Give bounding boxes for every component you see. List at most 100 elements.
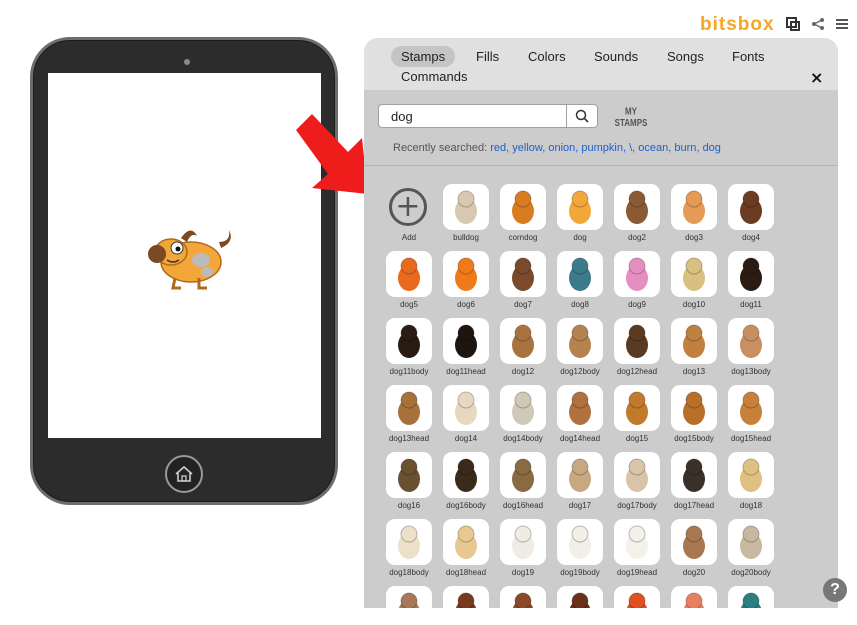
- stamp-item[interactable]: [384, 586, 440, 608]
- stamp-item[interactable]: dog15head: [726, 385, 782, 449]
- dog-sprite: [141, 220, 233, 296]
- tablet-screen[interactable]: [48, 73, 321, 438]
- stamp-thumbnail: [614, 184, 660, 230]
- search-input[interactable]: [378, 104, 566, 128]
- stamp-item[interactable]: dog11: [726, 251, 782, 315]
- stamp-item[interactable]: [612, 586, 668, 608]
- stamp-thumbnail: [500, 385, 546, 431]
- stamp-thumbnail: [671, 385, 717, 431]
- stamp-label: dog4: [742, 233, 760, 242]
- recent-search-link[interactable]: burn: [674, 142, 696, 154]
- recent-separator: ,: [622, 142, 627, 154]
- stamp-item[interactable]: dog4: [726, 184, 782, 248]
- stamp-thumbnail: [557, 251, 603, 297]
- stamp-thumbnail: [671, 251, 717, 297]
- stamp-item[interactable]: dog20body: [726, 519, 782, 583]
- stamp-item[interactable]: [498, 586, 554, 608]
- stamp-thumbnail: [728, 452, 774, 498]
- stamp-thumbnail: [728, 519, 774, 565]
- stamp-thumbnail: [500, 586, 546, 608]
- stamp-thumbnail: [443, 318, 489, 364]
- recent-search-link[interactable]: ocean: [638, 142, 668, 154]
- stamp-thumbnail: [557, 385, 603, 431]
- stamp-thumbnail: [671, 519, 717, 565]
- tabs-bar: Stamps Fills Colors Sounds Songs Fonts C…: [364, 38, 838, 90]
- recent-separator: ,: [632, 142, 636, 154]
- stamp-thumbnail: [557, 184, 603, 230]
- search-button[interactable]: [566, 104, 598, 128]
- tab-fills[interactable]: Fills: [466, 46, 509, 67]
- stamp-thumbnail: [671, 452, 717, 498]
- stamp-thumbnail: [443, 251, 489, 297]
- stamp-thumbnail: [443, 586, 489, 608]
- recent-label: Recently searched:: [393, 142, 488, 154]
- recent-search-link[interactable]: onion: [548, 142, 575, 154]
- recent-separator: ,: [575, 142, 579, 154]
- stamp-thumbnail: [557, 318, 603, 364]
- close-icon[interactable]: ×: [810, 68, 823, 87]
- stamp-thumbnail: [500, 318, 546, 364]
- stamp-thumbnail: [500, 519, 546, 565]
- bitsbox-logo[interactable]: bitsbox: [700, 14, 775, 36]
- tab-commands[interactable]: Commands: [391, 66, 477, 87]
- menu-icon[interactable]: [835, 17, 849, 34]
- stamp-thumbnail: [614, 251, 660, 297]
- stamp-thumbnail: [443, 519, 489, 565]
- stamp-item[interactable]: dog13body: [726, 318, 782, 382]
- stamp-item[interactable]: dog18: [726, 452, 782, 516]
- stamp-item[interactable]: [669, 586, 725, 608]
- help-icon[interactable]: ?: [823, 578, 847, 602]
- stamp-thumbnail: [557, 519, 603, 565]
- stamp-thumbnail: [728, 251, 774, 297]
- stamp-thumbnail: [614, 385, 660, 431]
- stamps-panel: Stamps Fills Colors Sounds Songs Fonts C…: [364, 38, 838, 608]
- recent-search-link[interactable]: red: [490, 142, 506, 154]
- stamp-thumbnail: [614, 318, 660, 364]
- search-icon: [575, 109, 589, 123]
- stamp-thumbnail: [443, 385, 489, 431]
- recent-separator: ,: [696, 142, 700, 154]
- tab-sounds[interactable]: Sounds: [584, 46, 648, 67]
- stamp-icon[interactable]: [785, 16, 801, 35]
- stamp-thumbnail: [557, 586, 603, 608]
- recent-searches: Recently searched: red, yellow, onion, p…: [393, 142, 721, 154]
- share-icon[interactable]: [811, 17, 825, 34]
- stamp-thumbnail: [671, 184, 717, 230]
- stamp-thumbnail: [728, 184, 774, 230]
- divider: [364, 165, 838, 166]
- stamp-thumbnail: [443, 184, 489, 230]
- plus-icon: +: [389, 188, 427, 226]
- stamp-thumbnail: [614, 519, 660, 565]
- tab-colors[interactable]: Colors: [518, 46, 576, 67]
- search-row: [378, 104, 598, 128]
- stamp-label: dog15head: [730, 434, 772, 443]
- stamp-thumbnail: [557, 452, 603, 498]
- stamp-thumbnail: [728, 586, 774, 608]
- tab-songs[interactable]: Songs: [657, 46, 714, 67]
- stamp-thumbnail: [728, 318, 774, 364]
- recent-search-link[interactable]: yellow: [512, 142, 542, 154]
- stamp-item[interactable]: [726, 586, 782, 608]
- my-stamps-button[interactable]: MY STAMPS: [614, 105, 648, 128]
- camera-icon: [184, 59, 190, 65]
- brand-bar: bitsbox: [700, 14, 849, 36]
- stamp-item[interactable]: [441, 586, 497, 608]
- stamp-thumbnail: [614, 586, 660, 608]
- stamp-thumbnail: [386, 385, 432, 431]
- home-button[interactable]: [165, 455, 203, 493]
- stamp-thumbnail: [443, 452, 489, 498]
- stamp-thumbnail: [500, 452, 546, 498]
- stamp-item[interactable]: [555, 586, 611, 608]
- stamp-thumbnail: [386, 318, 432, 364]
- stamp-thumbnail: [500, 251, 546, 297]
- tab-stamps[interactable]: Stamps: [391, 46, 456, 67]
- tab-fonts[interactable]: Fonts: [722, 46, 775, 67]
- recent-separator: ,: [542, 142, 546, 154]
- recent-separator: ,: [506, 142, 510, 154]
- stamp-label: dog11: [740, 300, 762, 309]
- home-icon: [175, 465, 193, 482]
- recent-search-link[interactable]: pumpkin: [581, 142, 623, 154]
- stamp-thumbnail: [386, 452, 432, 498]
- recent-search-link[interactable]: dog: [703, 142, 721, 154]
- stamp-thumbnail: [386, 519, 432, 565]
